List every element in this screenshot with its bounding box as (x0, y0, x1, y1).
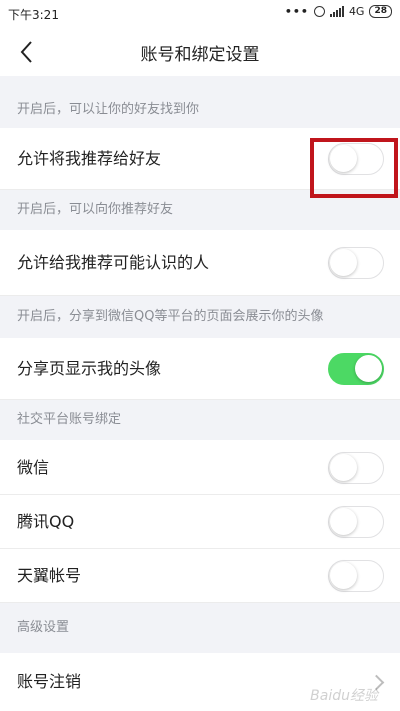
people-you-may-know-toggle[interactable] (328, 247, 384, 279)
notification-dots: ••• (284, 5, 309, 18)
toggle-knob (355, 355, 382, 382)
network-label: 4G (348, 5, 365, 18)
row-wechat[interactable]: 微信 (0, 440, 400, 495)
section-header-share-avatar: 开启后，分享到微信QQ等平台的页面会展示你的头像 (0, 296, 400, 338)
watermark: Baidu经验 (310, 688, 378, 704)
row-label: 天翼帐号 (17, 566, 82, 585)
row-show-avatar-on-share[interactable]: 分享页显示我的头像 (0, 338, 400, 400)
row-label: 分享页显示我的头像 (17, 359, 162, 378)
row-tencent-qq[interactable]: 腾讯QQ (0, 495, 400, 549)
wechat-toggle[interactable] (328, 452, 384, 484)
section-header-advanced: 高级设置 (0, 603, 400, 653)
recommend-me-toggle[interactable] (328, 143, 384, 175)
toggle-knob (330, 508, 357, 535)
row-recommend-me-to-friends[interactable]: 允许将我推荐给好友 (0, 128, 400, 190)
battery-icon: 28 (369, 5, 392, 18)
row-label: 允许给我推荐可能认识的人 (17, 253, 210, 272)
toggle-knob (330, 145, 357, 172)
signal-icon (329, 6, 344, 17)
row-recommend-people-you-may-know[interactable]: 允许给我推荐可能认识的人 (0, 230, 400, 296)
section-header-recommend-friends: 开启后，可以向你推荐好友 (0, 190, 400, 230)
row-label: 账号注销 (17, 672, 82, 691)
page-title: 账号和绑定设置 (140, 45, 260, 65)
toggle-knob (330, 249, 357, 276)
section-header-find-me: 开启后，可以让你的好友找到你 (0, 92, 400, 128)
toggle-knob (330, 562, 357, 589)
row-label: 腾讯QQ (17, 512, 75, 531)
show-avatar-toggle[interactable] (328, 353, 384, 385)
tianyi-account-toggle[interactable] (328, 560, 384, 592)
status-icons: ••• 4G 28 (285, 5, 392, 18)
row-label: 微信 (17, 458, 50, 477)
nav-bar: 账号和绑定设置 (0, 28, 400, 76)
status-bar: 下午3:21 ••• 4G 28 (0, 0, 400, 28)
row-label: 允许将我推荐给好友 (17, 149, 162, 168)
section-header-social-binding: 社交平台账号绑定 (0, 400, 400, 440)
row-tianyi-account[interactable]: 天翼帐号 (0, 549, 400, 603)
toggle-knob (330, 454, 357, 481)
tencent-qq-toggle[interactable] (328, 506, 384, 538)
status-time: 下午3:21 (8, 8, 59, 22)
alarm-icon (313, 6, 325, 17)
